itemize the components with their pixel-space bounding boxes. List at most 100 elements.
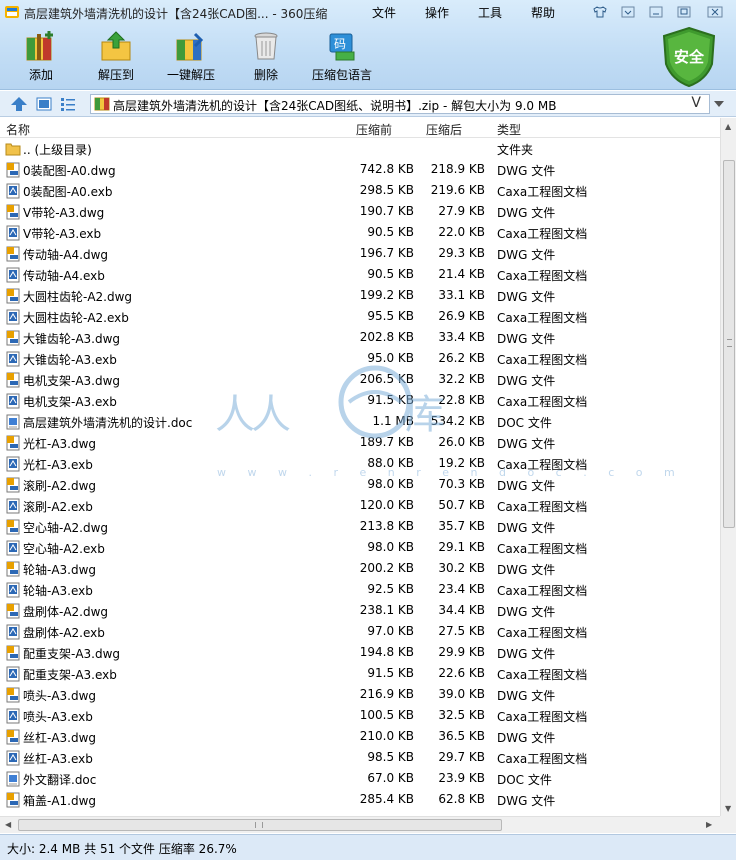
menu-help[interactable]: 帮助 (531, 4, 555, 21)
file-row[interactable]: 外文翻译.doc 67.0 KB 23.9 KB DOC 文件 (0, 768, 720, 789)
file-row[interactable]: 喷头-A3.dwg 216.9 KB 39.0 KB DWG 文件 (0, 684, 720, 705)
trash-icon (254, 32, 278, 60)
file-size-after: 29.3 KB (438, 246, 485, 260)
file-type: Caxa工程图文档 (497, 542, 588, 556)
file-row[interactable]: 空心轴-A2.dwg 213.8 KB 35.7 KB DWG 文件 (0, 516, 720, 537)
file-row[interactable]: 大锥齿轮-A3.exb 95.0 KB 26.2 KB Caxa工程图文档 (0, 348, 720, 369)
address-path: 高层建筑外墙清洗机的设计【含24张CAD图纸、说明书】.zip - 解包大小为 … (113, 99, 557, 113)
close-button[interactable] (700, 3, 730, 20)
menu-file[interactable]: 文件 (372, 4, 396, 21)
dwg-file-icon (5, 603, 21, 619)
dropdown-icon (621, 6, 635, 17)
file-row[interactable]: 高层建筑外墙清洗机的设计.doc 1.1 MB 534.2 KB DOC 文件 (0, 411, 720, 432)
file-size-before: 199.2 KB (359, 288, 414, 302)
delete-button[interactable]: 删除 (231, 28, 301, 86)
menu-operation[interactable]: 操作 (425, 4, 449, 21)
file-row[interactable]: 喷头-A3.exb 100.5 KB 32.5 KB Caxa工程图文档 (0, 705, 720, 726)
horizontal-scroll-thumb[interactable] (18, 819, 502, 831)
large-icon-view-icon[interactable] (36, 96, 52, 112)
file-row[interactable]: 配重支架-A3.dwg 194.8 KB 29.9 KB DWG 文件 (0, 642, 720, 663)
maximize-button[interactable] (672, 3, 696, 20)
file-size-before: 98.5 KB (367, 750, 414, 764)
file-row[interactable]: 轮轴-A3.dwg 200.2 KB 30.2 KB DWG 文件 (0, 558, 720, 579)
file-row[interactable]: 箱盖-A1.dwg 285.4 KB 62.8 KB DWG 文件 (0, 789, 720, 810)
file-size-after: 21.4 KB (438, 267, 485, 281)
file-size-after: 19.2 KB (438, 456, 485, 470)
file-row[interactable]: .. (上级目录) 文件夹 (0, 138, 720, 159)
file-size-before: 88.0 KB (367, 456, 414, 470)
file-size-after: 34.4 KB (438, 603, 485, 617)
horizontal-scrollbar[interactable]: ◀ ▶ (0, 816, 720, 833)
skin-button[interactable] (588, 3, 612, 20)
doc-file-icon (5, 414, 21, 430)
menu-dropdown-button[interactable] (616, 3, 640, 20)
column-name[interactable]: 名称 (6, 121, 30, 138)
dwg-file-icon (5, 162, 21, 178)
extract-to-label: 解压到 (97, 68, 134, 82)
file-type: DWG 文件 (497, 248, 556, 262)
file-name: 空心轴-A2.exb (23, 542, 105, 556)
file-size-after: 62.8 KB (438, 792, 485, 806)
scroll-right-arrow-icon[interactable]: ▶ (706, 820, 712, 829)
file-row[interactable]: 光杠-A3.exb 88.0 KB 19.2 KB Caxa工程图文档 (0, 453, 720, 474)
file-name: 电机支架-A3.exb (23, 395, 117, 409)
file-size-before: 91.5 KB (367, 666, 414, 680)
file-row[interactable]: 配重支架-A3.exb 91.5 KB 22.6 KB Caxa工程图文档 (0, 663, 720, 684)
menu-tools[interactable]: 工具 (478, 4, 502, 21)
exb-file-icon (5, 666, 21, 682)
file-row[interactable]: V带轮-A3.dwg 190.7 KB 27.9 KB DWG 文件 (0, 201, 720, 222)
one-click-extract-button[interactable]: 一键解压 (156, 28, 226, 86)
file-row[interactable]: 丝杠-A3.dwg 210.0 KB 36.5 KB DWG 文件 (0, 726, 720, 747)
chevron-down-icon[interactable] (713, 99, 725, 109)
file-row[interactable]: 空心轴-A2.exb 98.0 KB 29.1 KB Caxa工程图文档 (0, 537, 720, 558)
file-row[interactable]: 传动轴-A4.exb 90.5 KB 21.4 KB Caxa工程图文档 (0, 264, 720, 285)
file-row[interactable]: 0装配图-A0.exb 298.5 KB 219.6 KB Caxa工程图文档 (0, 180, 720, 201)
file-row[interactable]: V带轮-A3.exb 90.5 KB 22.0 KB Caxa工程图文档 (0, 222, 720, 243)
list-view-icon[interactable] (60, 96, 76, 112)
file-row[interactable]: 轮轴-A3.exb 92.5 KB 23.4 KB Caxa工程图文档 (0, 579, 720, 600)
column-size-before[interactable]: 压缩前 (356, 121, 392, 138)
scroll-left-arrow-icon[interactable]: ◀ (5, 820, 11, 829)
file-row[interactable]: 电机支架-A3.dwg 206.5 KB 32.2 KB DWG 文件 (0, 369, 720, 390)
file-size-before: 742.8 KB (359, 162, 414, 176)
vertical-scroll-thumb[interactable] (723, 160, 735, 528)
file-row[interactable]: 0装配图-A0.dwg 742.8 KB 218.9 KB DWG 文件 (0, 159, 720, 180)
window-title: 高层建筑外墙清洗机的设计【含24张CAD图... - 360压缩 (24, 7, 328, 21)
vertical-scrollbar[interactable]: ▲ ▼ (720, 118, 736, 816)
column-size-after[interactable]: 压缩后 (426, 121, 462, 138)
file-row[interactable]: 大锥齿轮-A3.dwg 202.8 KB 33.4 KB DWG 文件 (0, 327, 720, 348)
exb-file-icon (5, 624, 21, 640)
file-size-after: 70.3 KB (438, 477, 485, 491)
security-badge[interactable]: 安全 (660, 26, 718, 88)
file-row[interactable]: 光杠-A3.dwg 189.7 KB 26.0 KB DWG 文件 (0, 432, 720, 453)
file-row[interactable]: 滚刷-A2.dwg 98.0 KB 70.3 KB DWG 文件 (0, 474, 720, 495)
address-field[interactable]: 高层建筑外墙清洗机的设计【含24张CAD图纸、说明书】.zip - 解包大小为 … (90, 94, 710, 114)
file-name: 0装配图-A0.exb (23, 185, 113, 199)
delete-label: 删除 (253, 68, 278, 82)
file-type: DWG 文件 (497, 563, 556, 577)
file-row[interactable]: 大圆柱齿轮-A2.exb 95.5 KB 26.9 KB Caxa工程图文档 (0, 306, 720, 327)
file-row[interactable]: 大圆柱齿轮-A2.dwg 199.2 KB 33.1 KB DWG 文件 (0, 285, 720, 306)
file-row[interactable]: 传动轴-A4.dwg 196.7 KB 29.3 KB DWG 文件 (0, 243, 720, 264)
file-row[interactable]: 滚刷-A2.exb 120.0 KB 50.7 KB Caxa工程图文档 (0, 495, 720, 516)
exb-file-icon (5, 456, 21, 472)
file-type: Caxa工程图文档 (497, 752, 588, 766)
scroll-down-arrow-icon[interactable]: ▼ (725, 804, 731, 813)
file-size-after: 29.9 KB (438, 645, 485, 659)
scroll-up-arrow-icon[interactable]: ▲ (725, 122, 731, 131)
file-row[interactable]: 盘刷体-A2.exb 97.0 KB 27.5 KB Caxa工程图文档 (0, 621, 720, 642)
status-bar: 大小: 2.4 MB 共 51 个文件 压缩率 26.7% (0, 834, 736, 860)
add-button[interactable]: 添加 (6, 28, 76, 86)
file-row[interactable]: 丝杠-A3.exb 98.5 KB 29.7 KB Caxa工程图文档 (0, 747, 720, 768)
file-row[interactable]: 电机支架-A3.exb 91.5 KB 22.8 KB Caxa工程图文档 (0, 390, 720, 411)
extract-to-button[interactable]: 解压到 (81, 28, 151, 86)
file-row[interactable]: 盘刷体-A2.dwg 238.1 KB 34.4 KB DWG 文件 (0, 600, 720, 621)
file-type: DWG 文件 (497, 794, 556, 808)
file-type: Caxa工程图文档 (497, 584, 588, 598)
up-arrow-icon[interactable] (10, 96, 28, 112)
column-type[interactable]: 类型 (497, 121, 521, 138)
archive-language-button[interactable]: 码 压缩包语言 (306, 28, 378, 86)
dwg-file-icon (5, 519, 21, 535)
address-history-button[interactable]: V (691, 95, 701, 111)
minimize-button[interactable] (644, 3, 668, 20)
